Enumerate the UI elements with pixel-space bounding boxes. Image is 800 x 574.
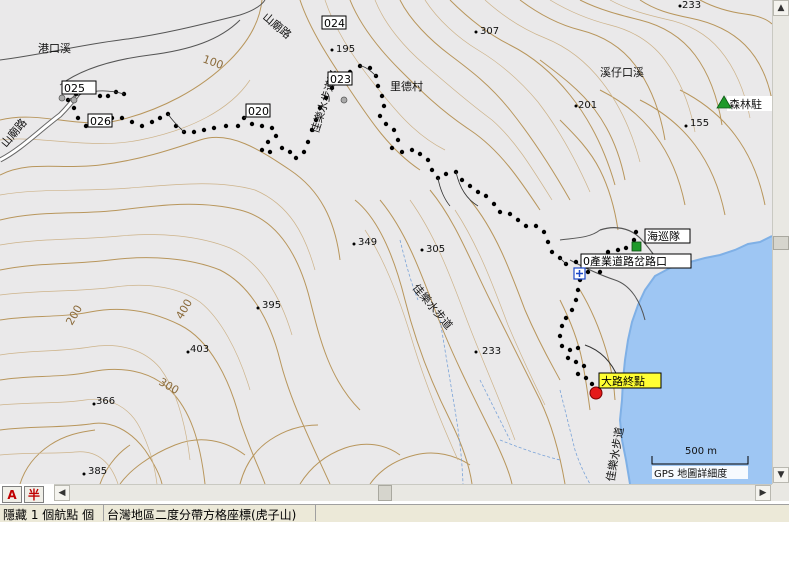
horizontal-scroll-thumb[interactable] (378, 485, 392, 501)
scroll-left-button[interactable]: ◀ (54, 485, 70, 501)
callout-haixundui[interactable]: 海巡隊 (644, 228, 691, 244)
status-grid-system: 台灣地區二度分帶方格座標(虎子山) (104, 505, 316, 521)
svg-text:024: 024 (324, 17, 345, 30)
elev-366: 366 (96, 396, 115, 407)
svg-text:023: 023 (330, 73, 351, 86)
elev-307: 307 (480, 26, 499, 37)
scroll-right-button[interactable]: ▶ (755, 485, 771, 501)
waypoint-025[interactable]: 025 (61, 80, 97, 95)
elev-155: 155 (690, 118, 709, 129)
label-xizaikouxi: 溪仔口溪 (600, 66, 644, 79)
contour-label-300: 300 (157, 375, 182, 397)
svg-text:020: 020 (248, 105, 269, 118)
end-point-icon[interactable] (589, 386, 603, 400)
svg-text:大路終點: 大路終點 (601, 374, 645, 388)
roads (0, 0, 661, 379)
scroll-up-button[interactable]: ▲ (773, 0, 789, 16)
waypoint-024[interactable]: 024 (321, 15, 347, 30)
callout-trailhead[interactable]: 0產業道路岔路口 (580, 253, 692, 269)
label-gangkouxi: 港口溪 (38, 42, 71, 55)
contour-label-100: 100 (201, 53, 225, 72)
label-senlin: 森林駐 (729, 97, 762, 111)
mode-button-group: A 半 (0, 486, 56, 503)
waypoint-026[interactable]: 026 (87, 113, 113, 128)
vertical-scroll-thumb[interactable] (773, 236, 789, 250)
elev-400: 400 (173, 297, 195, 322)
trail-label-coast: 佳樂水步道 (603, 426, 626, 483)
callout-end-point[interactable]: 大路終點 (598, 372, 662, 389)
scroll-down-button[interactable]: ▼ (773, 467, 789, 483)
mode-b-button[interactable]: 半 (24, 486, 44, 503)
label-lidecun: 里德村 (390, 79, 423, 93)
waypoint-023[interactable]: 023 (327, 71, 353, 86)
trail-label-middle: 佳樂水步道 (410, 281, 456, 332)
mode-a-button[interactable]: A (2, 486, 22, 503)
elev-233: 233 (482, 346, 501, 357)
scrollbar-corner (772, 484, 789, 501)
junction-markers (58, 94, 348, 104)
map-view[interactable]: 港口溪 里德村 溪仔口溪 森林駐 山廟路 山廟路 195 307 201 155… (0, 0, 772, 484)
elev-395: 395 (262, 300, 281, 311)
window-edge (789, 0, 800, 522)
vertical-scrollbar[interactable]: ▲ ▼ (772, 0, 789, 484)
gps-track (65, 63, 639, 387)
label-shanmiao-road-top: 山廟路 (260, 10, 294, 42)
status-bar: 隱藏 1 個航點 個 台灣地區二度分帶方格座標(虎子山) (0, 504, 790, 522)
contour-label-200: 200 (63, 303, 85, 328)
map-canvas[interactable]: 港口溪 里德村 溪仔口溪 森林駐 山廟路 山廟路 195 307 201 155… (0, 0, 772, 484)
streams (399, 239, 591, 484)
horizontal-scrollbar[interactable]: ◀ ▶ (54, 484, 772, 501)
status-waypoint-count: 隱藏 1 個航點 個 (0, 505, 104, 521)
svg-text:025: 025 (64, 82, 85, 95)
elev-233-top: 233 (682, 0, 701, 11)
first-aid-icon[interactable] (573, 267, 586, 280)
waypoint-020[interactable]: 020 (245, 103, 271, 118)
svg-text:026: 026 (90, 115, 111, 128)
elev-201: 201 (578, 100, 597, 111)
coast-guard-icon[interactable] (631, 241, 642, 252)
status-blank (316, 505, 790, 521)
svg-text:0產業道路岔路口: 0產業道路岔路口 (583, 254, 667, 268)
elev-349: 349 (358, 237, 377, 248)
elev-403: 403 (190, 344, 209, 355)
elev-305: 305 (426, 244, 445, 255)
elev-195: 195 (336, 44, 355, 55)
svg-text:海巡隊: 海巡隊 (647, 229, 680, 243)
elev-385: 385 (88, 466, 107, 477)
svg-text:GPS 地圖詳細度: GPS 地圖詳細度 (654, 467, 727, 480)
svg-text:500 m: 500 m (685, 446, 717, 457)
